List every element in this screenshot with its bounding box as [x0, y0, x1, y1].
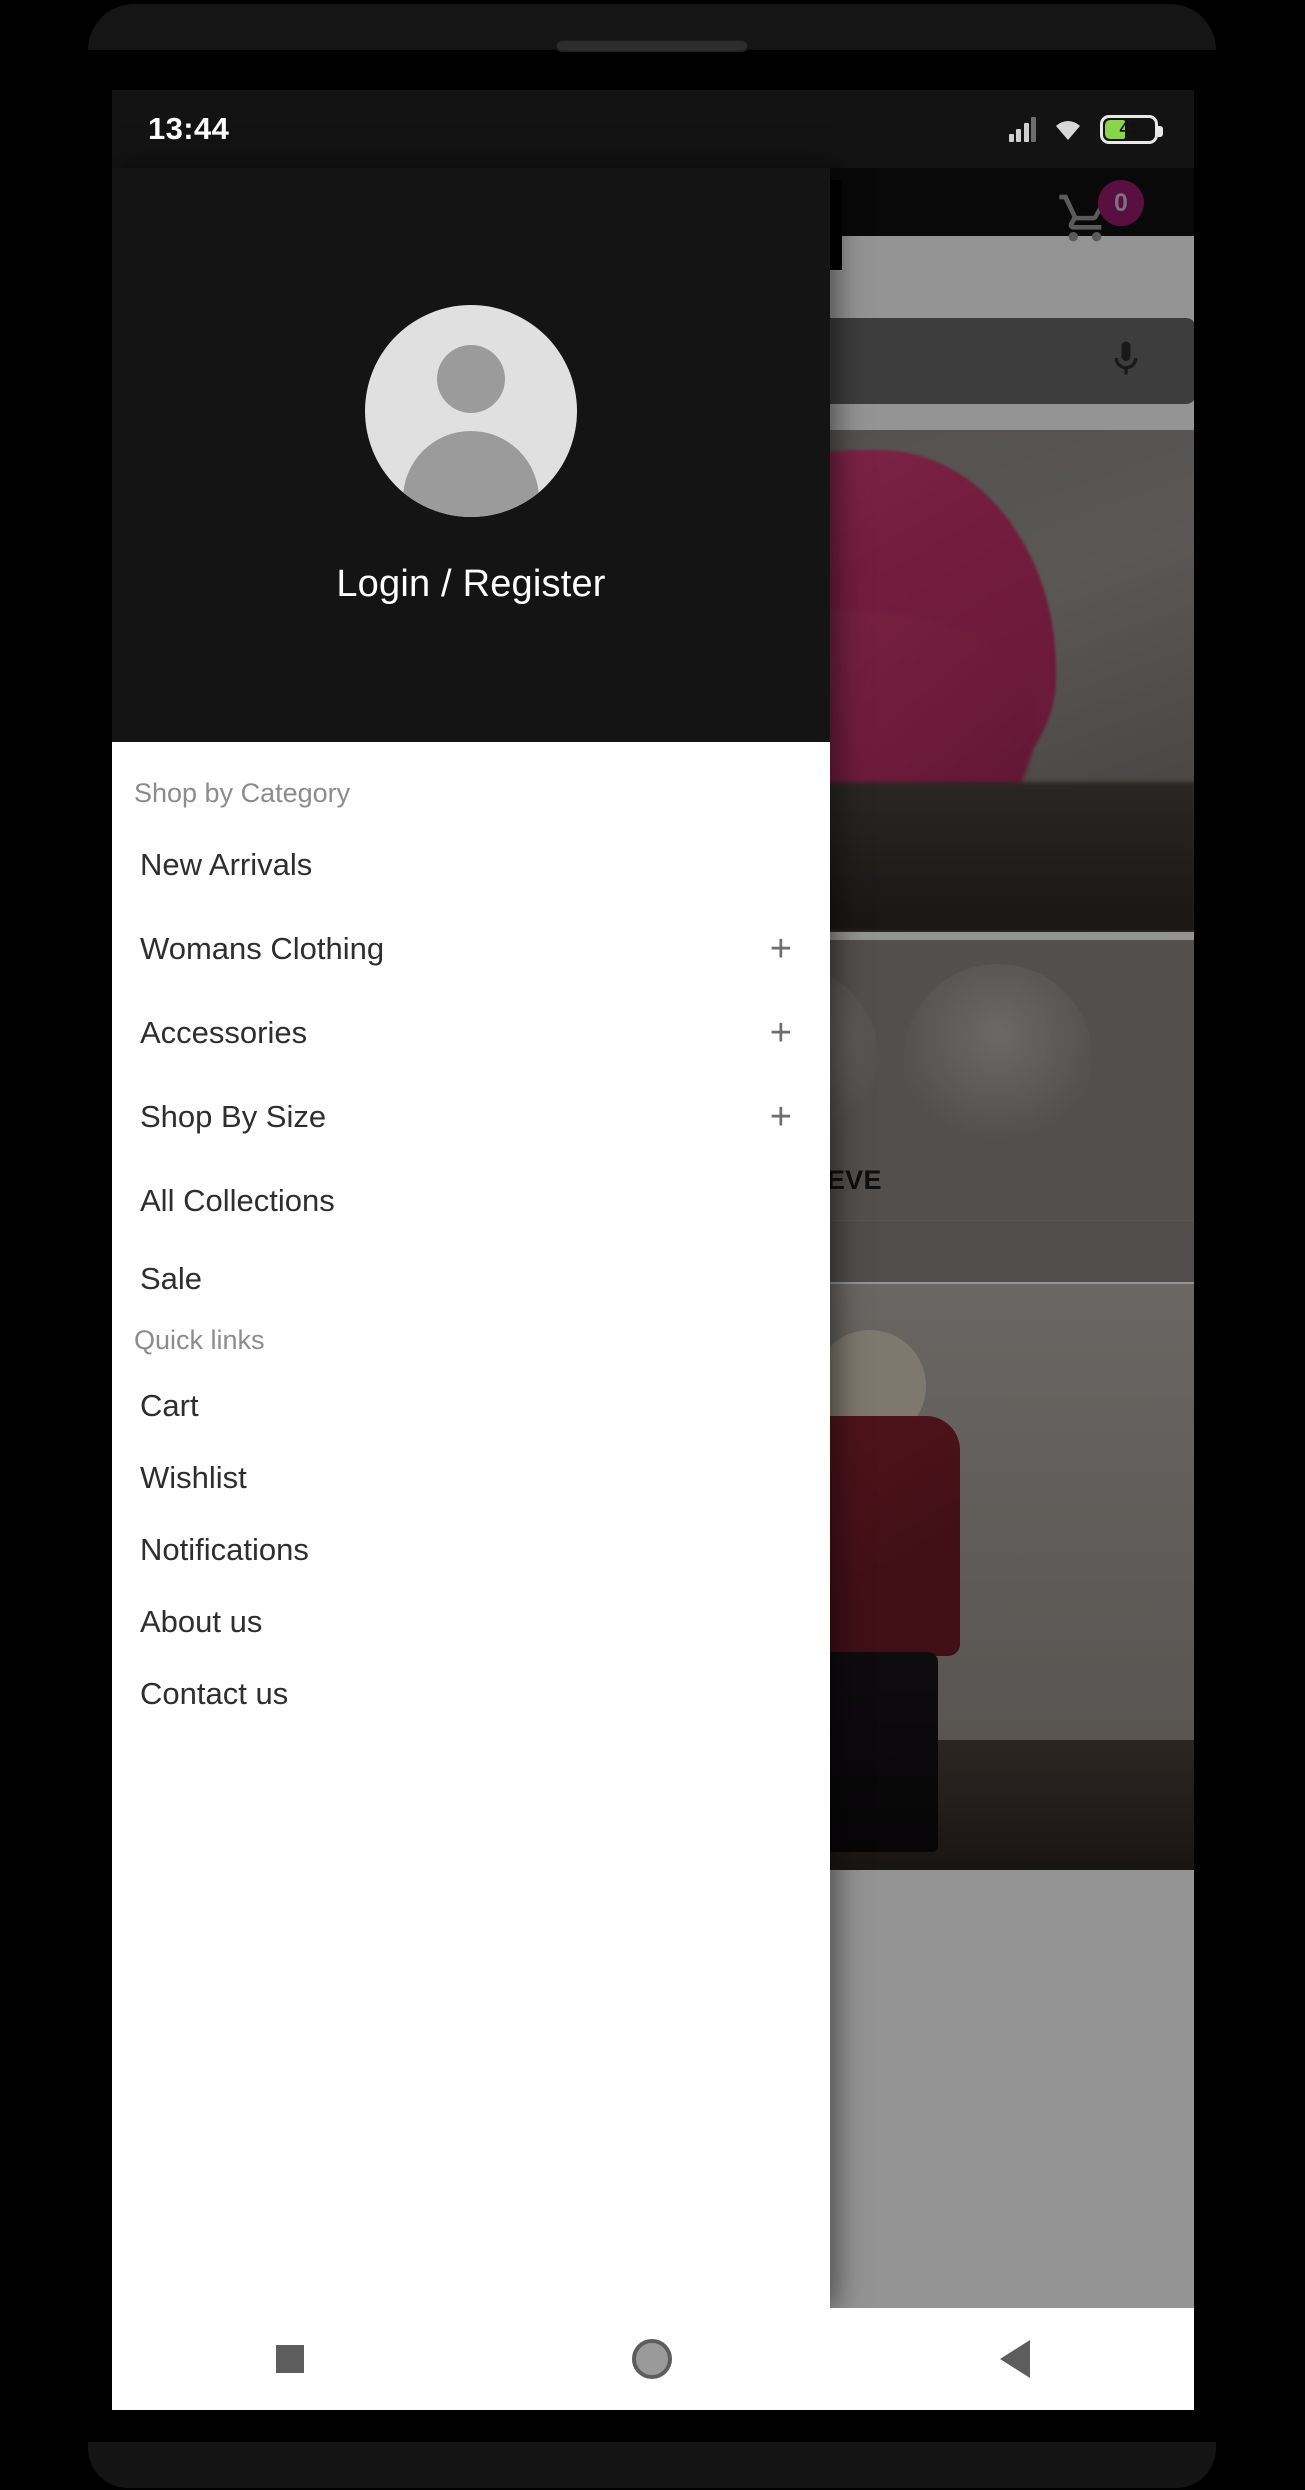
status-bar-clock: 13:44 — [148, 111, 230, 146]
user-avatar-icon[interactable] — [365, 304, 577, 517]
nav-item-label: Sale — [140, 1261, 203, 1296]
battery-percent-label: 41 — [1119, 119, 1139, 138]
nav-item-label: Contact us — [140, 1676, 289, 1711]
nav-item-label: About us — [140, 1604, 263, 1639]
nav-item-womans-clothing[interactable]: Womans Clothing + — [112, 907, 830, 991]
wifi-icon — [1056, 121, 1080, 140]
microphone-icon[interactable] — [1108, 337, 1144, 385]
avatar-head-shape — [437, 344, 505, 413]
avatar-body-shape — [403, 430, 539, 517]
square-recents-icon[interactable] — [276, 2345, 304, 2373]
section-header-quick-links: Quick links — [134, 1325, 265, 1355]
battery-icon: 41 — [1100, 114, 1163, 144]
expand-icon[interactable]: + — [770, 1014, 796, 1052]
nav-item-about-us[interactable]: About us — [112, 1586, 830, 1658]
nav-item-label: New Arrivals — [140, 847, 313, 882]
status-bar-icons: 41 — [1008, 114, 1163, 144]
nav-item-label: Cart — [140, 1388, 199, 1423]
nav-item-label: Womans Clothing — [140, 931, 385, 966]
drawer-menu-body: Shop by Category New Arrivals Womans Clo… — [112, 742, 830, 1730]
device-bezel-bottom — [88, 2442, 1216, 2488]
nav-item-sale[interactable]: Sale — [112, 1243, 830, 1315]
cart-button[interactable]: 0 — [1054, 180, 1144, 268]
cellular-signal-icon — [1008, 116, 1036, 142]
expand-icon[interactable]: + — [770, 1098, 796, 1136]
system-navigation-bar — [112, 2308, 1194, 2410]
nav-item-wishlist[interactable]: Wishlist — [112, 1442, 830, 1514]
nav-item-shop-by-size[interactable]: Shop By Size + — [112, 1075, 830, 1159]
navigation-drawer: Login / Register Shop by Category New Ar… — [112, 168, 830, 2308]
category-thumbnail-next[interactable] — [904, 964, 1092, 1152]
nav-item-label: Notifications — [140, 1532, 309, 1567]
earpiece-speaker-grille — [556, 40, 748, 52]
nav-item-notifications[interactable]: Notifications — [112, 1514, 830, 1586]
nav-item-label: All Collections — [140, 1183, 335, 1218]
nav-item-new-arrivals[interactable]: New Arrivals — [112, 823, 830, 907]
nav-item-cart[interactable]: Cart — [112, 1370, 830, 1442]
nav-item-all-collections[interactable]: All Collections — [112, 1159, 830, 1243]
circle-home-icon[interactable] — [632, 2339, 672, 2379]
device-frame: 13:44 41 0 Login / Register Shop by Cate… — [0, 0, 1305, 2490]
phone-screen: 13:44 41 0 Login / Register Shop by Cate… — [112, 90, 1194, 2410]
nav-item-contact-us[interactable]: Contact us — [112, 1658, 830, 1730]
triangle-back-icon[interactable] — [1000, 2340, 1030, 2378]
expand-icon[interactable]: + — [770, 930, 796, 968]
login-register-button[interactable]: Login / Register — [336, 563, 605, 606]
nav-item-label: Accessories — [140, 1015, 308, 1050]
section-header-shop-by-category: Shop by Category — [134, 778, 351, 808]
status-bar: 13:44 41 — [112, 90, 1194, 168]
nav-item-accessories[interactable]: Accessories + — [112, 991, 830, 1075]
nav-item-label: Shop By Size — [140, 1099, 327, 1134]
cart-badge: 0 — [1098, 180, 1144, 226]
drawer-header: Login / Register — [112, 168, 830, 742]
nav-item-label: Wishlist — [140, 1460, 247, 1495]
